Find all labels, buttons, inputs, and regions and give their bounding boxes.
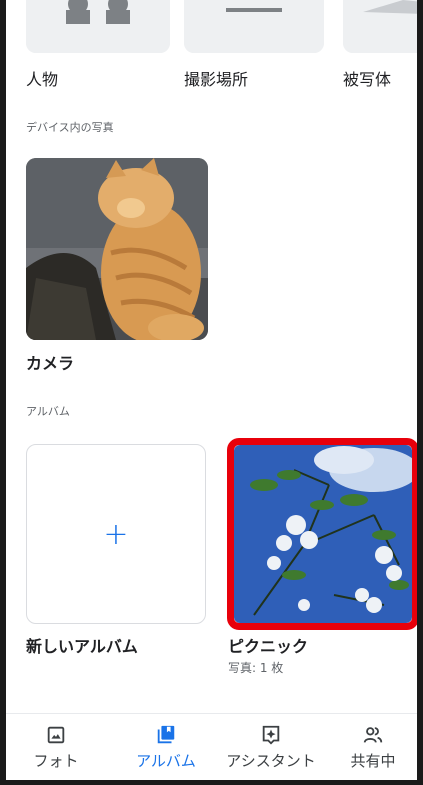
place-icon [184, 0, 324, 53]
new-album-label[interactable]: 新しいアルバム [26, 633, 138, 657]
nav-label-sharing: 共有中 [350, 752, 396, 770]
nav-tab-photos[interactable]: フォト [6, 720, 106, 771]
new-album-button[interactable]: + [26, 444, 206, 624]
things-category-thumbnail[interactable] [343, 0, 417, 53]
plus-icon: + [103, 516, 129, 552]
picnic-album-label[interactable]: ピクニック [228, 633, 308, 657]
nav-tab-sharing[interactable]: 共有中 [323, 720, 417, 771]
photo-icon [47, 726, 65, 744]
cat-photo-image [26, 158, 208, 340]
highlight-box [227, 438, 417, 630]
category-label-things[interactable]: 被写体 [343, 66, 391, 90]
people-category-thumbnail[interactable] [26, 0, 170, 53]
bottom-navigation: フォト アルバム アシスタント 共有中 [6, 713, 417, 780]
assistant-icon [262, 725, 280, 745]
camera-folder-label[interactable]: カメラ [26, 350, 74, 374]
category-label-people[interactable]: 人物 [26, 66, 58, 90]
albums-section-title: アルバム [26, 405, 70, 418]
nav-tab-assistant[interactable]: アシスタント [221, 720, 321, 771]
camera-folder-thumbnail[interactable] [26, 158, 208, 340]
screen: 人物 撮影場所 被写体 デバイス内の写真 カメラ アルバム + 新しいアルバム [0, 0, 423, 785]
nav-label-photos: フォト [33, 752, 79, 770]
people-silhouette-icon [26, 0, 170, 53]
sharing-icon [363, 727, 383, 743]
places-category-thumbnail[interactable] [184, 0, 324, 53]
nav-label-assistant: アシスタント [226, 752, 316, 770]
category-label-places[interactable]: 撮影場所 [184, 66, 248, 90]
things-icon [343, 0, 417, 53]
picnic-album-count: 写真: 1 枚 [228, 661, 284, 675]
nav-tab-albums[interactable]: アルバム [116, 720, 216, 771]
nav-label-albums: アルバム [136, 752, 196, 770]
album-icon [157, 725, 175, 744]
device-photos-section-title: デバイス内の写真 [26, 121, 114, 134]
